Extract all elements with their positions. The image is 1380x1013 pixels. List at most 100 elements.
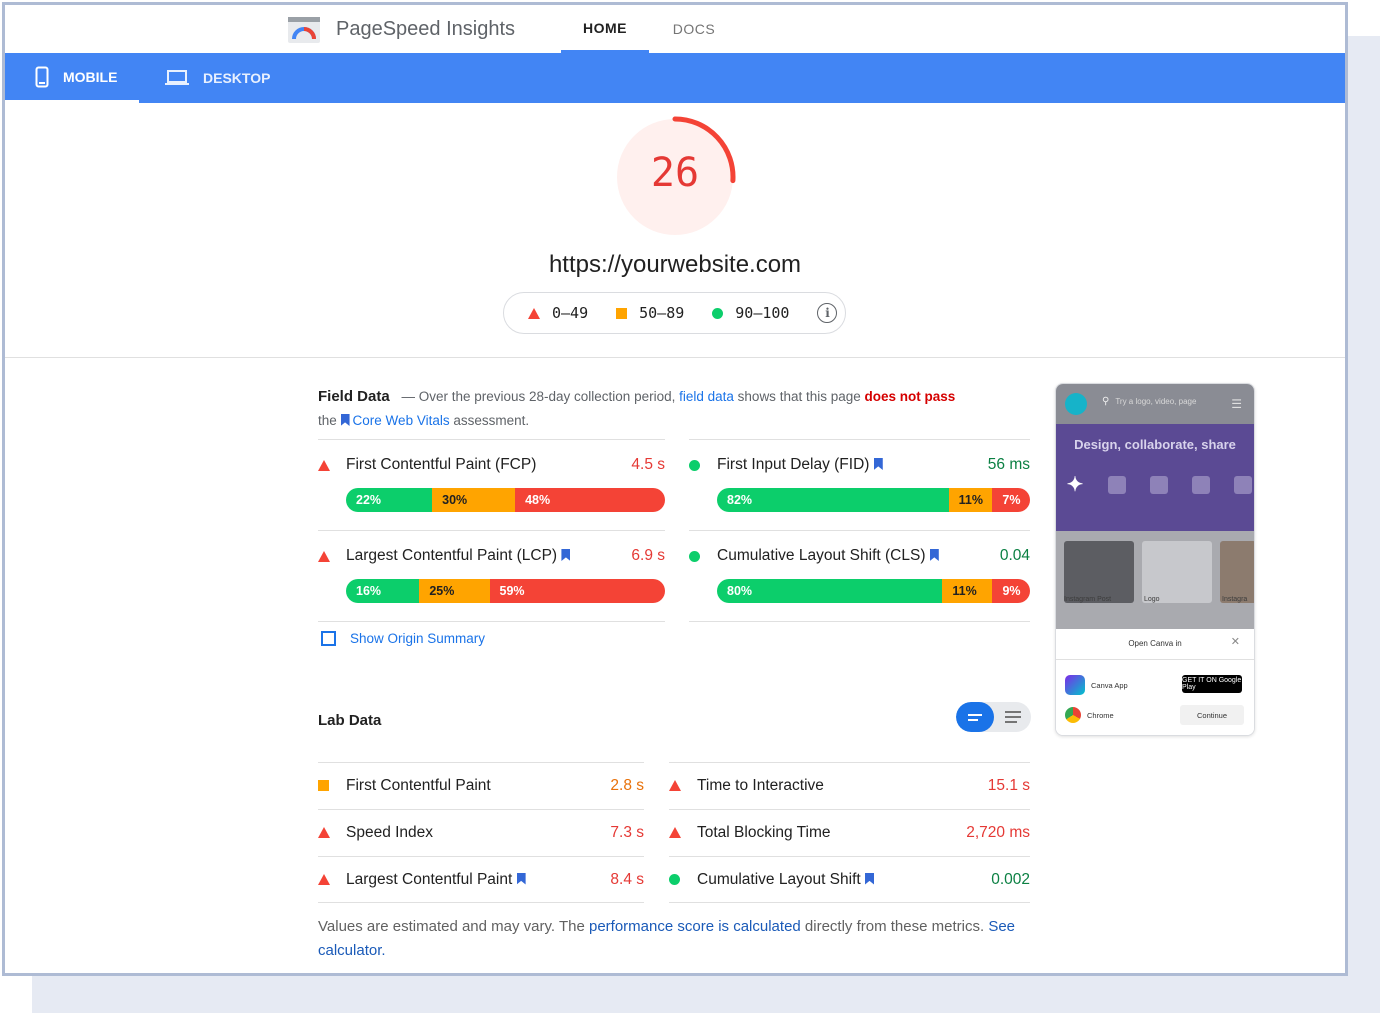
sparkle-icon: ✦ <box>1066 474 1084 496</box>
checkbox-icon[interactable] <box>321 631 336 646</box>
template-caption: Logo <box>1144 596 1160 603</box>
thumb-header: ⚲ Try a logo, video, page ☰ <box>1056 384 1254 424</box>
good-segment: 80% <box>717 579 943 603</box>
fail-triangle-icon <box>318 550 330 562</box>
pagespeed-window: PageSpeed Insights HOME DOCS MOBILE DESK… <box>2 2 1348 976</box>
metric-label-text: Cumulative Layout Shift <box>697 870 861 888</box>
field-metric-fid: First Input Delay (FID) 56 ms 82% 11% 7% <box>689 439 1030 529</box>
legend-average: 50–89 <box>616 304 684 322</box>
metric-label: Total Blocking Time <box>697 823 831 841</box>
needs-improvement-segment: 11% <box>948 488 993 512</box>
tab-desktop[interactable]: DESKTOP <box>165 53 285 103</box>
lab-metric-si: Speed Index 7.3 s <box>318 809 644 855</box>
performance-score: 26 <box>650 150 700 196</box>
menu-icon: ☰ <box>1231 397 1242 411</box>
metric-label: Cumulative Layout Shift <box>697 871 991 889</box>
lab-data-title: Lab Data <box>318 712 382 729</box>
metric-value: 15.1 s <box>987 776 1030 794</box>
poor-segment: 9% <box>992 579 1030 603</box>
metric-value: 0.04 <box>999 547 1030 564</box>
field-data-desc: — Over the previous 28-day collection pe… <box>401 389 676 404</box>
canva-logo-icon <box>1065 393 1087 415</box>
google-play-badge: GET IT ON Google Play <box>1182 675 1242 693</box>
score-legend: 0–49 50–89 90–100 i <box>503 292 846 334</box>
metric-label-text: Largest Contentful Paint (LCP) <box>346 547 558 564</box>
thumb-app-label: Chrome <box>1087 710 1114 720</box>
info-icon[interactable]: i <box>817 303 838 323</box>
thumb-app-option: Chrome <box>1065 707 1114 723</box>
fail-triangle-icon <box>318 459 330 471</box>
lab-metric-tti: Time to Interactive 15.1 s <box>669 762 1030 808</box>
show-origin-summary-label: Show Origin Summary <box>350 631 486 646</box>
template-card <box>1142 541 1212 603</box>
good-segment: 22% <box>346 488 433 512</box>
poor-segment: 59% <box>489 579 665 603</box>
category-icon <box>1192 476 1210 494</box>
metric-label-text: First Input Delay (FID) <box>717 456 870 473</box>
thumb-app-label: Canva App <box>1091 680 1128 690</box>
metric-value: 56 ms <box>987 456 1030 473</box>
tab-docs[interactable]: DOCS <box>665 5 723 53</box>
thumb-category-icons: ✦ <box>1066 474 1254 496</box>
legend-fail: 0–49 <box>528 304 588 322</box>
divider <box>1056 659 1254 660</box>
fail-triangle-icon <box>318 874 330 885</box>
thumb-search-placeholder: Try a logo, video, page <box>1115 397 1197 406</box>
expanded-view-button[interactable] <box>994 702 1031 732</box>
fail-triangle-icon <box>669 827 681 838</box>
chrome-icon <box>1065 707 1081 723</box>
fail-triangle-icon <box>528 307 540 319</box>
field-metric-cls: Cumulative Layout Shift (CLS) 0.04 80% 1… <box>689 530 1030 620</box>
smartphone-icon <box>35 66 49 87</box>
fail-triangle-icon <box>669 780 681 791</box>
close-icon: ✕ <box>1230 636 1240 648</box>
laptop-icon <box>165 70 189 85</box>
thumb-template-cards <box>1056 531 1254 629</box>
search-icon: ⚲ <box>1102 396 1110 407</box>
pass-circle-icon <box>689 550 700 562</box>
expanded-list-icon <box>1004 711 1021 723</box>
tab-mobile-label: MOBILE <box>63 68 118 85</box>
summary-view-button[interactable] <box>956 702 994 732</box>
core-web-vital-bookmark-icon <box>865 872 875 885</box>
good-segment: 82% <box>717 488 949 512</box>
divider <box>5 357 1345 358</box>
page-screenshot-thumbnail: ⚲ Try a logo, video, page ☰ Design, coll… <box>1055 383 1255 736</box>
metric-value: 6.9 s <box>631 547 665 564</box>
core-web-vital-bookmark-icon <box>340 414 350 426</box>
distribution-bar: 80% 11% 9% <box>717 579 1030 603</box>
pass-circle-icon <box>689 459 700 471</box>
divider <box>318 902 644 903</box>
template-card <box>1220 541 1254 603</box>
tab-home[interactable]: HOME <box>561 5 649 53</box>
metric-label: Speed Index <box>346 823 434 841</box>
note-text: Values are estimated and may vary. The <box>318 918 585 935</box>
metric-value: 8.4 s <box>610 870 644 888</box>
divider <box>669 902 1030 903</box>
divider <box>318 621 665 622</box>
template-card <box>1064 541 1134 603</box>
lab-metric-lcp: Largest Contentful Paint 8.4 s <box>318 856 644 902</box>
app-title: PageSpeed Insights <box>336 18 516 40</box>
metric-label: Time to Interactive <box>697 776 824 794</box>
tab-mobile[interactable]: MOBILE <box>5 53 139 103</box>
device-tab-bar: MOBILE DESKTOP <box>5 53 1345 103</box>
show-origin-summary-checkbox[interactable]: Show Origin Summary <box>321 631 485 646</box>
field-data-link[interactable]: field data <box>679 389 734 404</box>
lab-view-toggle[interactable] <box>956 702 1031 732</box>
category-icon <box>1108 476 1126 494</box>
core-web-vitals-link[interactable]: Core Web Vitals <box>340 413 450 428</box>
lab-metric-cls: Cumulative Layout Shift 0.002 <box>669 856 1030 902</box>
field-metric-fcp: First Contentful Paint (FCP) 4.5 s 22% 3… <box>318 439 665 529</box>
lab-metric-tbt: Total Blocking Time 2,720 ms <box>669 809 1030 855</box>
pass-circle-icon <box>712 307 724 319</box>
legend-pass: 90–100 <box>712 304 789 322</box>
divider <box>689 621 1030 622</box>
metric-label: Cumulative Layout Shift (CLS) <box>717 547 1000 565</box>
category-icon <box>1150 476 1168 494</box>
thumb-search: ⚲ Try a logo, video, page <box>1102 396 1196 407</box>
distribution-bar: 16% 25% 59% <box>346 579 665 603</box>
legend-pass-range: 90–100 <box>735 304 790 322</box>
performance-score-link[interactable]: performance score is calculated <box>589 918 801 935</box>
good-segment: 16% <box>346 579 420 603</box>
